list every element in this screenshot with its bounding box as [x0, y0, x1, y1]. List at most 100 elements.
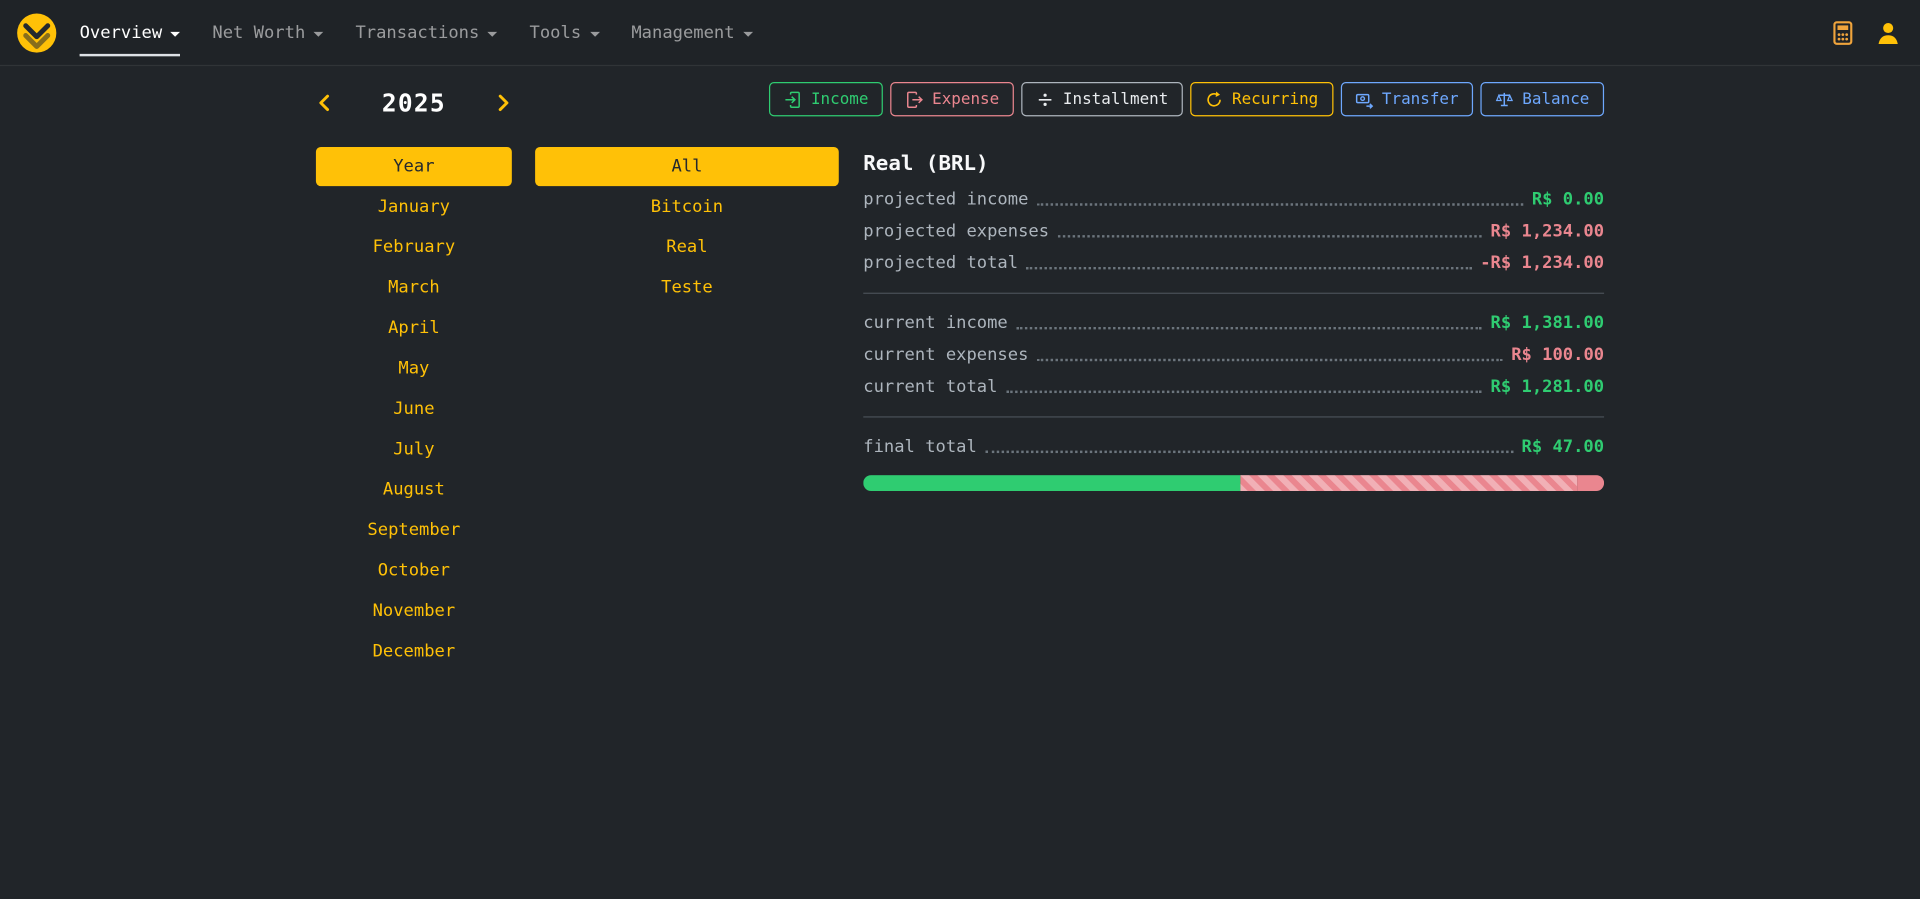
progress-segment-current-expenses	[1577, 475, 1604, 491]
transfer-button[interactable]: Transfer	[1340, 82, 1473, 116]
main-content: 2025 Year January February March April M…	[0, 66, 1920, 671]
calculator-button[interactable]	[1828, 18, 1857, 47]
income-expense-progress-bar	[863, 475, 1604, 491]
month-february[interactable]: February	[316, 227, 512, 267]
row-value: R$ 1,381.00	[1491, 313, 1605, 333]
row-current-total: current total R$ 1,281.00	[863, 371, 1604, 403]
app-logo[interactable]	[16, 12, 58, 54]
month-august[interactable]: August	[316, 469, 512, 509]
month-january[interactable]: January	[316, 186, 512, 226]
sign-in-icon	[784, 90, 802, 108]
dotted-leader	[1058, 234, 1482, 236]
accounts-column: All Bitcoin Real Teste	[535, 66, 839, 671]
year-navigation: 2025	[316, 88, 512, 117]
row-projected-income: projected income R$ 0.00	[863, 184, 1604, 216]
row-value: -R$ 1,234.00	[1480, 253, 1604, 273]
all-accounts-button[interactable]: All	[535, 147, 839, 186]
profile-button[interactable]	[1872, 17, 1904, 49]
progress-segment-projected-expenses	[1240, 475, 1576, 491]
row-label: projected total	[863, 253, 1018, 273]
recurring-button-label: Recurring	[1232, 90, 1318, 108]
income-button-label: Income	[811, 90, 869, 108]
recurring-button[interactable]: Recurring	[1190, 82, 1333, 116]
row-value: R$ 0.00	[1532, 190, 1604, 210]
sign-out-icon	[905, 90, 923, 108]
nav-tools-label: Tools	[530, 23, 582, 43]
expense-button-label: Expense	[932, 90, 999, 108]
nav-net-worth[interactable]: Net Worth	[212, 0, 323, 66]
scale-balance-icon	[1495, 90, 1513, 108]
dotted-leader	[985, 450, 1513, 452]
nav-overview-label: Overview	[80, 23, 163, 43]
balance-button[interactable]: Balance	[1481, 82, 1604, 116]
transaction-action-bar: Income Expense Installment	[863, 82, 1604, 116]
row-value: R$ 100.00	[1511, 345, 1604, 365]
income-button[interactable]: Income	[769, 82, 883, 116]
divider	[863, 416, 1604, 417]
person-icon	[1875, 19, 1902, 46]
installment-button[interactable]: Installment	[1021, 82, 1183, 116]
repeat-icon	[1205, 90, 1223, 108]
balance-button-label: Balance	[1522, 90, 1589, 108]
month-may[interactable]: May	[316, 348, 512, 388]
dotted-leader	[1027, 266, 1472, 268]
row-final-total: final total R$ 47.00	[863, 431, 1604, 463]
row-label: current total	[863, 377, 997, 397]
app-root: Overview Net Worth Transactions Tools Ma…	[0, 0, 1920, 898]
chevron-right-icon	[495, 93, 512, 113]
month-list: January February March April May June Ju…	[316, 186, 512, 671]
expense-button[interactable]: Expense	[890, 82, 1013, 116]
main-nav: Overview Net Worth Transactions Tools Ma…	[80, 0, 753, 66]
dotted-leader	[1006, 390, 1482, 392]
dotted-leader	[1016, 326, 1482, 328]
period-column: 2025 Year January February March April M…	[316, 66, 512, 671]
summary-panel: Income Expense Installment	[863, 66, 1604, 671]
divider	[863, 293, 1604, 294]
year-button[interactable]: Year	[316, 147, 512, 186]
chevron-down-icon	[314, 31, 324, 36]
installment-button-label: Installment	[1063, 90, 1168, 108]
nav-management[interactable]: Management	[631, 0, 753, 66]
account-summary-title: Real (BRL)	[863, 152, 1604, 176]
next-year-button[interactable]	[495, 93, 512, 113]
chevron-down-icon	[488, 31, 498, 36]
nav-net-worth-label: Net Worth	[212, 23, 305, 43]
row-label: projected income	[863, 190, 1028, 210]
month-october[interactable]: October	[316, 550, 512, 590]
filters-panel: 2025 Year January February March April M…	[0, 66, 863, 671]
transfer-button-label: Transfer	[1382, 90, 1459, 108]
year-label: 2025	[382, 88, 446, 117]
account-real[interactable]: Real	[535, 227, 839, 267]
row-label: final total	[863, 437, 977, 457]
month-september[interactable]: September	[316, 509, 512, 549]
month-june[interactable]: June	[316, 388, 512, 428]
row-value: R$ 1,234.00	[1491, 222, 1605, 242]
calculator-icon	[1831, 20, 1855, 44]
month-april[interactable]: April	[316, 307, 512, 347]
row-projected-expenses: projected expenses R$ 1,234.00	[863, 216, 1604, 248]
top-navbar: Overview Net Worth Transactions Tools Ma…	[0, 0, 1920, 66]
month-december[interactable]: December	[316, 631, 512, 671]
row-label: current income	[863, 313, 1008, 333]
account-bitcoin[interactable]: Bitcoin	[535, 186, 839, 226]
money-transfer-icon	[1355, 90, 1373, 108]
nav-tools[interactable]: Tools	[530, 0, 600, 66]
progress-segment-income	[863, 475, 1240, 491]
row-current-expenses: current expenses R$ 100.00	[863, 339, 1604, 371]
nav-management-label: Management	[631, 23, 734, 43]
nav-transactions-label: Transactions	[355, 23, 479, 43]
chevron-down-icon	[590, 31, 600, 36]
chevron-left-icon	[316, 93, 333, 113]
row-label: projected expenses	[863, 222, 1049, 242]
nav-transactions[interactable]: Transactions	[355, 0, 497, 66]
prev-year-button[interactable]	[316, 93, 333, 113]
month-march[interactable]: March	[316, 267, 512, 307]
nav-overview[interactable]: Overview	[80, 0, 181, 66]
month-november[interactable]: November	[316, 590, 512, 630]
navbar-right	[1828, 17, 1904, 49]
account-teste[interactable]: Teste	[535, 267, 839, 307]
row-projected-total: projected total -R$ 1,234.00	[863, 247, 1604, 279]
account-list: Bitcoin Real Teste	[535, 186, 839, 307]
chevron-down-icon	[743, 31, 753, 36]
month-july[interactable]: July	[316, 429, 512, 469]
